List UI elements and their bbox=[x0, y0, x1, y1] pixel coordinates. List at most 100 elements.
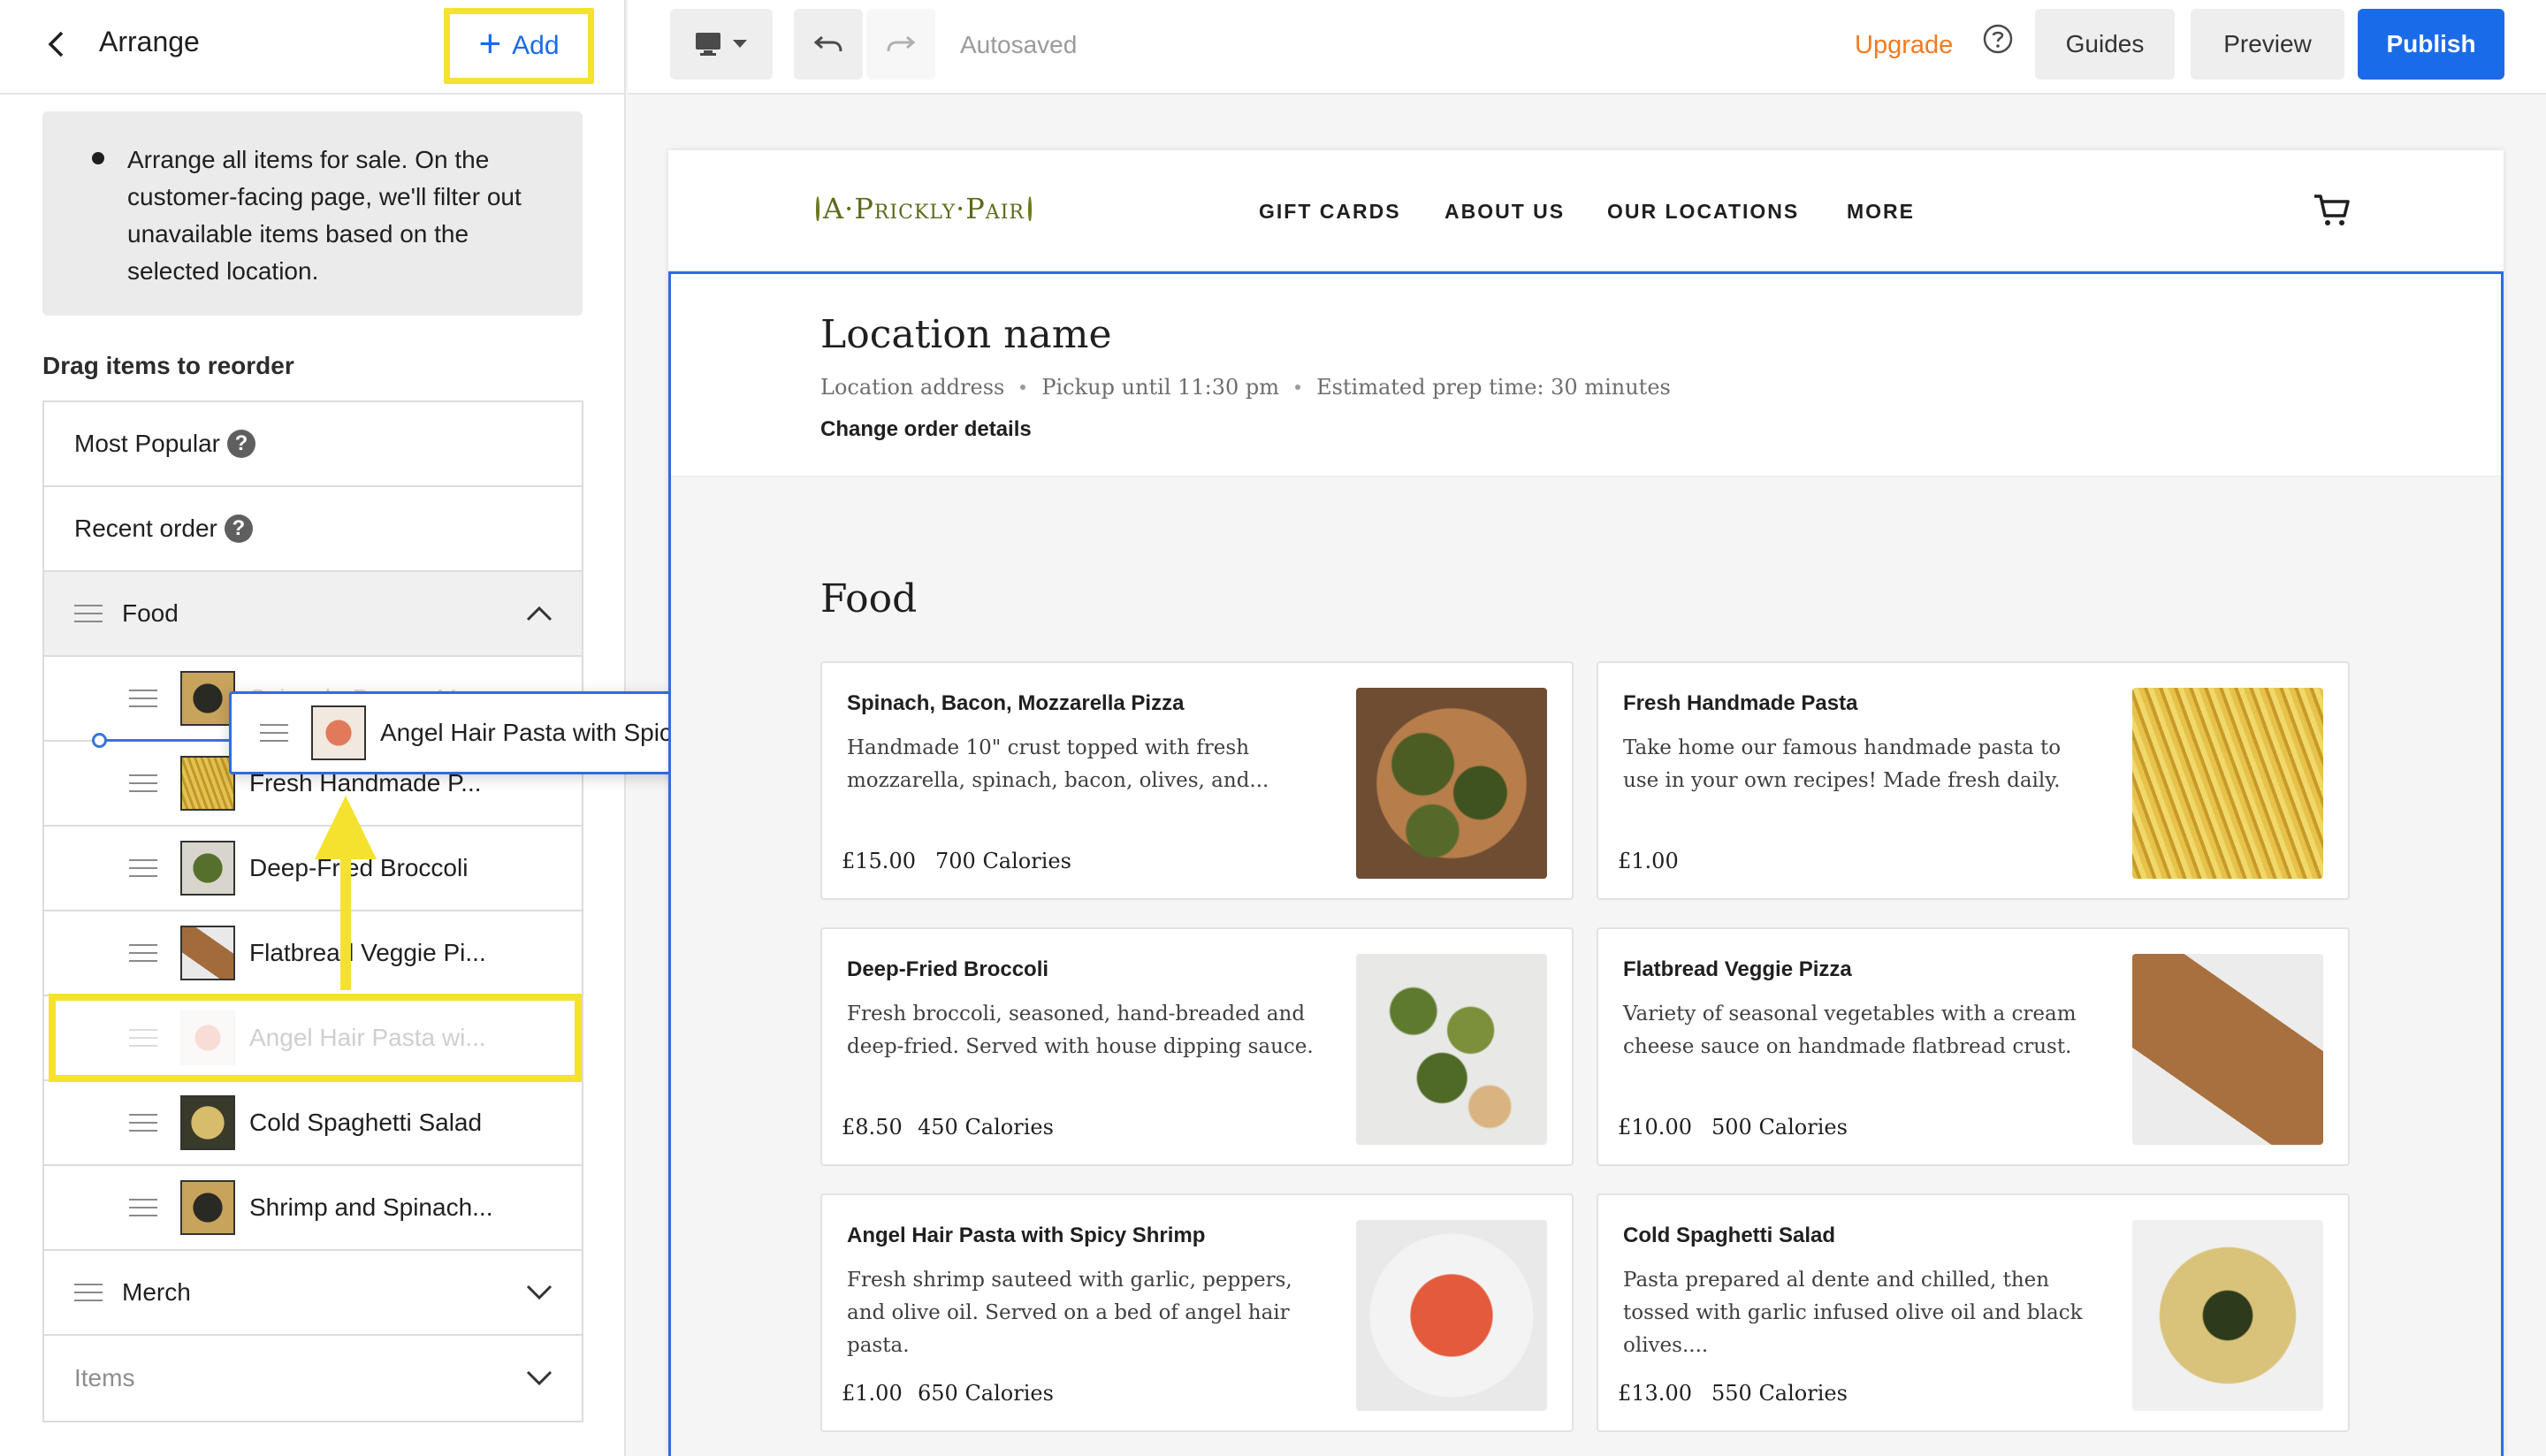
drag-handle-icon[interactable] bbox=[260, 724, 288, 742]
menu-card[interactable]: Spinach, Bacon, Mozzarella Pizza Handmad… bbox=[820, 661, 1574, 900]
list-item-label: Shrimp and Spinach... bbox=[249, 1193, 493, 1221]
device-select[interactable] bbox=[670, 9, 773, 80]
broccoli-thumbnail bbox=[180, 841, 235, 896]
site-preview-canvas: A·Prickly·Pair GIFT CARDS ABOUT US OUR L… bbox=[668, 150, 2504, 1456]
list-item[interactable]: Shrimp and Spinach... bbox=[44, 1166, 582, 1251]
card-name: Cold Spaghetti Salad bbox=[1623, 1223, 1836, 1247]
drag-handle-icon[interactable] bbox=[74, 1284, 103, 1301]
card-name: Flatbread Veggie Pizza bbox=[1623, 957, 1852, 981]
change-order-link[interactable]: Change order details bbox=[820, 417, 1032, 442]
help-icon[interactable] bbox=[1982, 23, 2014, 55]
drag-handle-icon[interactable] bbox=[129, 774, 157, 792]
category-label: Food bbox=[122, 599, 179, 627]
category-merch[interactable]: Merch bbox=[44, 1251, 582, 1336]
shrimp-pasta-thumbnail bbox=[180, 1010, 235, 1065]
list-item-recent-order[interactable]: Recent order ? bbox=[44, 487, 582, 572]
list-item-dragging-placeholder[interactable]: Angel Hair Pasta wi... bbox=[44, 996, 582, 1081]
card-description: Pasta prepared al dente and chilled, the… bbox=[1623, 1269, 2083, 1357]
nav-our-locations[interactable]: OUR LOCATIONS bbox=[1607, 200, 1799, 224]
drag-handle-icon[interactable] bbox=[129, 1114, 157, 1132]
caret-down-icon bbox=[733, 40, 747, 48]
help-icon[interactable]: ? bbox=[226, 430, 255, 458]
pasta-thumbnail bbox=[180, 756, 235, 811]
category-label: Items bbox=[74, 1364, 135, 1391]
plus-icon: + bbox=[478, 22, 502, 65]
redo-icon bbox=[887, 35, 916, 52]
broccoli-image bbox=[1356, 954, 1547, 1145]
section-title: Food bbox=[820, 576, 918, 621]
spinach-pizza-image bbox=[1356, 688, 1547, 879]
drag-handle-icon[interactable] bbox=[129, 1029, 157, 1047]
drop-indicator-dot bbox=[92, 733, 107, 748]
cart-icon[interactable] bbox=[2313, 193, 2352, 228]
redo-button[interactable] bbox=[866, 9, 935, 80]
menu-card[interactable]: Fresh Handmade Pasta Take home our famou… bbox=[1597, 661, 2350, 900]
nav-about-us[interactable]: ABOUT US bbox=[1445, 200, 1565, 224]
menu-card[interactable]: Deep-Fried Broccoli Fresh broccoli, seas… bbox=[820, 927, 1574, 1166]
menu-card[interactable]: Angel Hair Pasta with Spicy Shrimp Fresh… bbox=[820, 1193, 1574, 1432]
preview-button[interactable]: Preview bbox=[2191, 9, 2344, 80]
spinach-pizza-thumbnail bbox=[180, 671, 235, 726]
location-address: Location address bbox=[820, 375, 1005, 400]
autosaved-status: Autosaved bbox=[960, 31, 1078, 58]
logo-text: A·Prickly·Pair bbox=[823, 192, 1025, 225]
list-item[interactable]: Cold Spaghetti Salad bbox=[44, 1081, 582, 1166]
nav-more[interactable]: MORE bbox=[1847, 200, 1915, 224]
list-item[interactable]: Deep-Fried Broccoli bbox=[44, 827, 582, 911]
card-calories: 500 Calories bbox=[1711, 1115, 1848, 1140]
cactus-icon bbox=[1027, 196, 1032, 221]
card-price: £10.00 bbox=[1618, 1115, 1692, 1140]
add-button[interactable]: + Add bbox=[444, 8, 594, 84]
list-item-most-popular[interactable]: Most Popular ? bbox=[44, 402, 582, 487]
site-logo[interactable]: A·Prickly·Pair bbox=[816, 189, 1032, 228]
category-label: Merch bbox=[122, 1278, 191, 1306]
cactus-icon bbox=[816, 196, 820, 221]
location-block: Location name Location address Pickup un… bbox=[668, 271, 2504, 476]
site-header: A·Prickly·Pair GIFT CARDS ABOUT US OUR L… bbox=[668, 150, 2504, 271]
chevron-down-icon[interactable] bbox=[525, 1284, 553, 1301]
nav-gift-cards[interactable]: GIFT CARDS bbox=[1259, 200, 1401, 224]
card-description: Take home our famous handmade pasta to u… bbox=[1623, 736, 2062, 792]
list-item-label: Cold Spaghetti Salad bbox=[249, 1109, 483, 1136]
drop-indicator bbox=[99, 739, 232, 742]
info-box: Arrange all items for sale. On the custo… bbox=[42, 111, 583, 316]
location-meta: Location address Pickup until 11:30 pm E… bbox=[820, 375, 1671, 400]
drag-handle-icon[interactable] bbox=[129, 1199, 157, 1216]
card-description: Handmade 10" crust topped with fresh moz… bbox=[847, 736, 1269, 792]
location-name: Location name bbox=[820, 312, 1112, 357]
add-button-label: Add bbox=[512, 31, 560, 60]
drag-handle-icon[interactable] bbox=[129, 859, 157, 877]
undo-icon bbox=[813, 35, 842, 52]
drag-handle-icon[interactable] bbox=[74, 605, 103, 622]
drag-handle-icon[interactable] bbox=[129, 944, 157, 962]
drag-handle-icon[interactable] bbox=[129, 690, 157, 707]
publish-button[interactable]: Publish bbox=[2358, 9, 2504, 80]
help-icon[interactable]: ? bbox=[224, 515, 253, 543]
editor-toolbar: Autosaved Upgrade Guides Preview Publish bbox=[628, 0, 2546, 95]
undo-button[interactable] bbox=[794, 9, 863, 80]
shrimp-pasta-image bbox=[1356, 1220, 1547, 1411]
back-button[interactable] bbox=[39, 27, 74, 62]
guides-button[interactable]: Guides bbox=[2035, 9, 2175, 80]
card-name: Fresh Handmade Pasta bbox=[1623, 691, 1858, 715]
card-calories: 450 Calories bbox=[918, 1115, 1054, 1140]
card-price: £15.00 bbox=[842, 849, 916, 873]
category-food[interactable]: Food bbox=[44, 572, 582, 657]
card-price: £1.00 bbox=[842, 1381, 903, 1406]
card-price: £13.00 bbox=[1618, 1381, 1692, 1406]
pasta-image bbox=[2132, 688, 2323, 879]
menu-card[interactable]: Cold Spaghetti Salad Pasta prepared al d… bbox=[1597, 1193, 2350, 1432]
list-item[interactable]: Flatbread Veggie Pi... bbox=[44, 911, 582, 996]
menu-card[interactable]: Flatbread Veggie Pizza Variety of season… bbox=[1597, 927, 2350, 1166]
sidebar-title: Arrange bbox=[99, 26, 200, 57]
card-calories: 700 Calories bbox=[935, 849, 1071, 873]
chevron-up-icon[interactable] bbox=[525, 605, 553, 622]
upgrade-link[interactable]: Upgrade bbox=[1855, 31, 1953, 60]
info-text: Arrange all items for sale. On the custo… bbox=[127, 146, 522, 285]
chevron-down-icon[interactable] bbox=[525, 1369, 553, 1387]
category-items[interactable]: Items bbox=[44, 1336, 582, 1421]
drag-items-label: Drag items to reorder bbox=[42, 352, 294, 379]
flatbread-image bbox=[2132, 954, 2323, 1145]
chevron-left-icon bbox=[48, 31, 64, 57]
desktop-icon bbox=[696, 33, 720, 56]
